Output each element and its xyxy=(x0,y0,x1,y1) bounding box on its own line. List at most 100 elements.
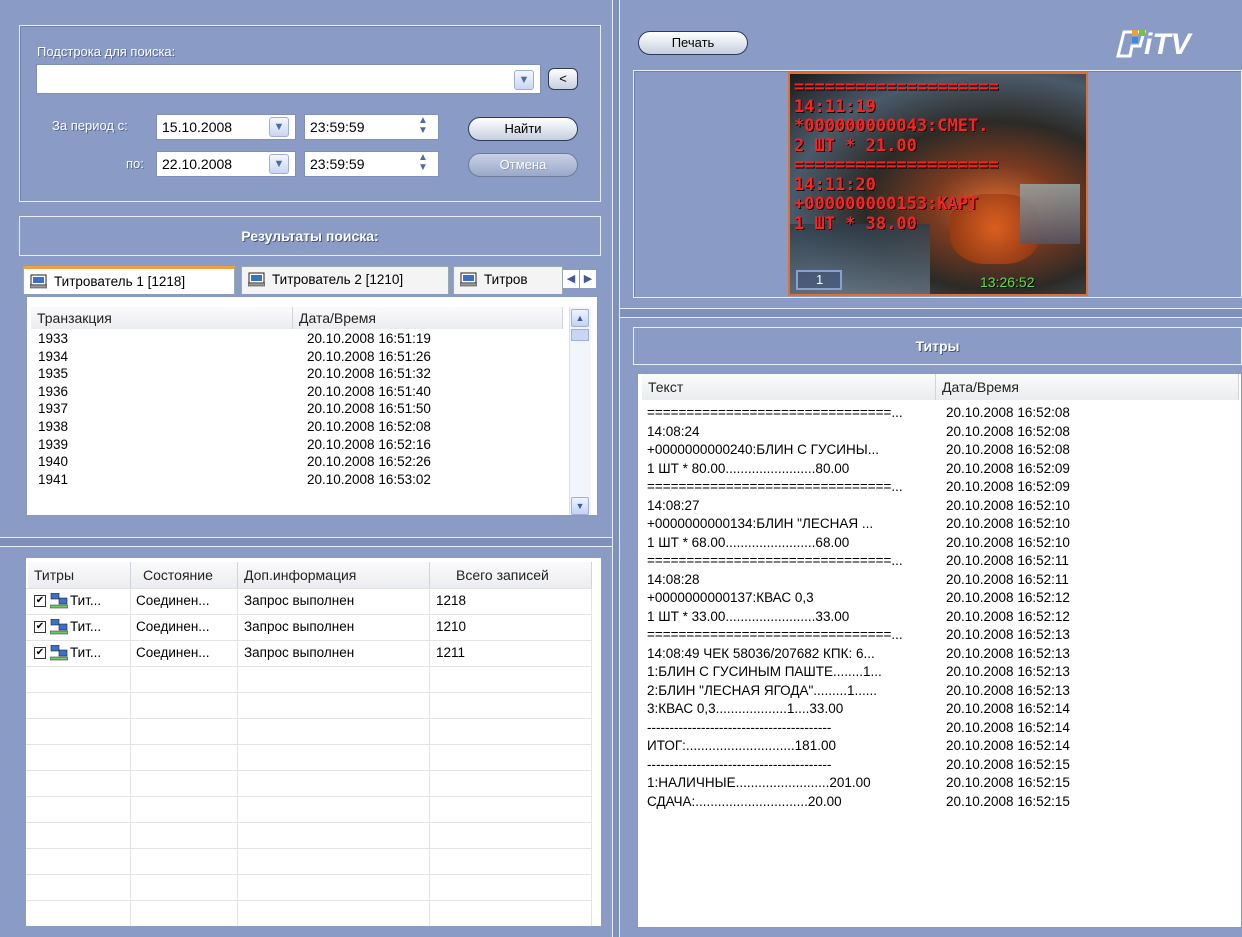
network-computers-icon xyxy=(49,644,69,661)
table-row[interactable]: 1935 20.10.2008 16:51:32 xyxy=(27,366,567,382)
back-button[interactable]: < xyxy=(548,68,578,90)
source-checkbox[interactable]: ✔ xyxy=(34,595,46,607)
titles-row[interactable]: 3:КВАС 0,3...................1....33.00 2… xyxy=(638,701,1238,717)
scroll-down-icon[interactable]: ▼ xyxy=(571,497,589,515)
overlay-line: 14:11:19 xyxy=(794,96,876,117)
cancel-button[interactable]: Отмена xyxy=(468,153,578,177)
table-row[interactable]: 1941 20.10.2008 16:53:02 xyxy=(27,472,567,488)
computer-icon xyxy=(460,272,477,287)
column-header[interactable]: Всего записей xyxy=(430,562,592,588)
table-row[interactable]: 1934 20.10.2008 16:51:26 xyxy=(27,349,567,365)
column-header[interactable]: Дата/Время xyxy=(293,307,563,329)
from-time-spinner[interactable]: ▲ ▼ xyxy=(413,115,433,139)
to-date-dropdown[interactable]: ▼ xyxy=(269,154,289,174)
datetime-cell: 20.10.2008 16:52:15 xyxy=(946,775,1070,790)
titles-row[interactable]: 1:НАЛИЧНЫЕ.........................201.0… xyxy=(638,775,1238,791)
datetime-cell: 20.10.2008 16:52:26 xyxy=(307,454,431,470)
titles-row[interactable]: ===============================... 20.10.… xyxy=(638,553,1238,569)
title-text-cell: +0000000000134:БЛИН "ЛЕСНАЯ ... xyxy=(647,516,874,531)
column-header[interactable]: Транзакция xyxy=(31,307,293,329)
titles-row[interactable]: +0000000000134:БЛИН "ЛЕСНАЯ ... 20.10.200… xyxy=(638,516,1238,532)
results-rows: 1933 20.10.2008 16:51:19 1934 20.10.2008 16… xyxy=(27,331,567,515)
table-row[interactable]: 1940 20.10.2008 16:52:26 xyxy=(27,454,567,470)
grid-line xyxy=(26,718,592,719)
substring-dropdown-button[interactable]: ▼ xyxy=(514,70,534,90)
datetime-cell: 20.10.2008 16:52:10 xyxy=(946,497,1070,513)
datetime-cell: 20.10.2008 16:52:09 xyxy=(946,460,1070,476)
titles-row[interactable]: ===============================... 20.10.… xyxy=(638,405,1238,421)
grid-line xyxy=(26,822,592,823)
status-cell: Соединен... xyxy=(136,593,210,608)
column-header[interactable]: Доп.информация xyxy=(238,562,430,588)
titles-row[interactable]: 1 ШТ * 68.00........................68.0… xyxy=(638,535,1238,551)
titles-row[interactable]: 14:08:24 20.10.2008 16:52:08 xyxy=(638,424,1238,440)
grid-line xyxy=(26,874,592,875)
tab-titrator-1[interactable]: Титрователь 1 [1218] xyxy=(23,266,235,294)
source-row[interactable]: ✔ Тит... Соединен... Запрос выполнен 1211 xyxy=(26,644,592,661)
datetime-cell: 20.10.2008 16:52:10 xyxy=(946,534,1070,550)
titles-row[interactable]: +0000000000137:КВАС 0,3 20.10.2008 16:52:… xyxy=(638,590,1238,606)
titles-row[interactable]: 14:08:28 20.10.2008 16:52:11 xyxy=(638,572,1238,588)
tab-titrator-2[interactable]: Титрователь 2 [1210] xyxy=(241,266,449,294)
sources-table: Титры Состояние Доп.информация Всего зап… xyxy=(26,558,601,926)
datetime-cell: 20.10.2008 16:51:40 xyxy=(307,383,431,399)
left-horizontal-splitter[interactable] xyxy=(0,537,612,547)
titles-row[interactable]: 2:БЛИН "ЛЕСНАЯ ЯГОДА".........1...... 20.… xyxy=(638,683,1238,699)
from-date-dropdown[interactable]: ▼ xyxy=(269,117,289,137)
to-time-spinner[interactable]: ▲ ▼ xyxy=(413,152,433,176)
titles-row[interactable]: 1 ШТ * 80.00........................80.0… xyxy=(638,461,1238,477)
titles-row[interactable]: ----------------------------------------… xyxy=(638,720,1238,736)
camera-video-frame[interactable]: ==================== 14:11:19 *00000000004… xyxy=(788,72,1088,296)
title-text-cell: 1:НАЛИЧНЫЕ.........................201.0… xyxy=(647,775,871,790)
scroll-thumb[interactable] xyxy=(571,329,589,341)
datetime-cell: 20.10.2008 16:52:13 xyxy=(946,682,1070,698)
titles-row[interactable]: 1:БЛИН С ГУСИНЫМ ПАШТЕ........1... 20.10.… xyxy=(638,664,1238,680)
overlay-line: +000000000153:КАРТ xyxy=(794,194,979,214)
source-row[interactable]: ✔ Тит... Соединен... Запрос выполнен 1210 xyxy=(26,618,592,635)
vertical-splitter[interactable] xyxy=(612,0,620,937)
column-header[interactable]: Титры xyxy=(28,562,131,588)
table-row[interactable]: 1939 20.10.2008 16:52:16 xyxy=(27,437,567,453)
tab-scroll-right-icon[interactable]: ▶ xyxy=(580,270,596,288)
titles-row[interactable]: +0000000000240:БЛИН С ГУСИНЫ... 20.10.200… xyxy=(638,442,1238,458)
tab-label: Титрователь 2 [1210] xyxy=(272,272,404,287)
video-timestamp: 13:26:52 xyxy=(980,274,1035,290)
tab-titrator-3[interactable]: Титров xyxy=(453,266,563,294)
results-scrollbar[interactable]: ▲ ▼ xyxy=(569,307,591,515)
datetime-cell: 20.10.2008 16:51:19 xyxy=(307,331,431,346)
find-button[interactable]: Найти xyxy=(468,117,578,141)
source-checkbox[interactable]: ✔ xyxy=(34,621,46,633)
right-horizontal-splitter[interactable] xyxy=(620,308,1242,318)
titles-header: Титры xyxy=(633,327,1242,365)
column-header[interactable]: Состояние xyxy=(131,562,238,588)
titles-row[interactable]: 14:08:27 20.10.2008 16:52:10 xyxy=(638,498,1238,514)
titles-row[interactable]: ИТОГ:.............................181.00… xyxy=(638,738,1238,754)
titles-row[interactable]: 1 ШТ * 33.00........................33.0… xyxy=(638,609,1238,625)
print-button[interactable]: Печать xyxy=(638,31,748,55)
datetime-cell: 20.10.2008 16:52:12 xyxy=(946,608,1070,624)
table-row[interactable]: 1933 20.10.2008 16:51:19 xyxy=(27,331,567,347)
scroll-up-icon[interactable]: ▲ xyxy=(571,309,589,327)
title-text-cell: 14:08:24 xyxy=(647,423,700,439)
title-text-cell: 1 ШТ * 80.00........................80.0… xyxy=(647,460,850,476)
titles-row[interactable]: ----------------------------------------… xyxy=(638,757,1238,773)
tab-label: Титрователь 1 [1218] xyxy=(54,274,186,289)
substring-input[interactable] xyxy=(36,64,541,94)
titles-row[interactable]: 14:08:49 ЧЕК 58036/207682 КПК: 6... 20.10… xyxy=(638,646,1238,662)
table-row[interactable]: 1938 20.10.2008 16:52:08 xyxy=(27,419,567,435)
titles-row[interactable]: СДАЧА:..............................20.0… xyxy=(638,794,1238,810)
titles-row[interactable]: ===============================... 20.10.… xyxy=(638,627,1238,643)
title-text-cell: ===============================... xyxy=(647,479,903,494)
grid-line xyxy=(26,692,592,693)
table-row[interactable]: 1936 20.10.2008 16:51:40 xyxy=(27,384,567,400)
titles-row[interactable]: ===============================... 20.10.… xyxy=(638,479,1238,495)
transaction-cell: 1938 xyxy=(38,419,69,434)
source-row[interactable]: ✔ Тит... Соединен... Запрос выполнен 1218 xyxy=(26,592,592,609)
column-header[interactable]: Дата/Время xyxy=(936,374,1239,400)
transaction-cell: 1941 xyxy=(38,471,69,487)
column-header[interactable]: Текст xyxy=(642,374,936,400)
tab-scroll-left-icon[interactable]: ◀ xyxy=(563,270,579,288)
datetime-cell: 20.10.2008 16:52:12 xyxy=(946,590,1070,605)
table-row[interactable]: 1937 20.10.2008 16:51:50 xyxy=(27,401,567,417)
source-checkbox[interactable]: ✔ xyxy=(34,647,46,659)
